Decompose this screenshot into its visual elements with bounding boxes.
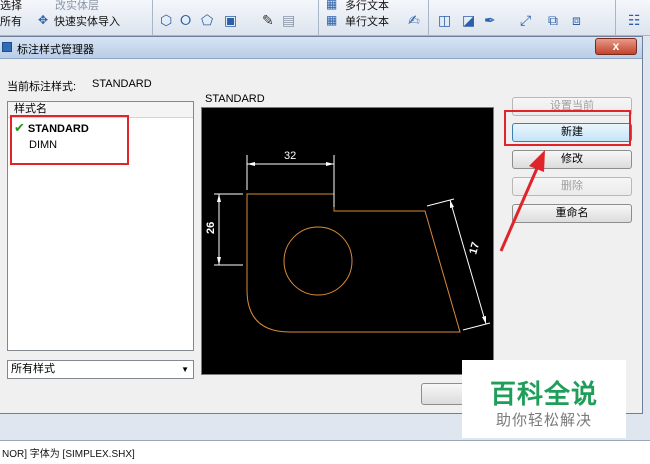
command-history-line: NOR] 字体为 [SIMPLEX.SHX] (2, 449, 135, 460)
command-area[interactable]: NOR] 字体为 [SIMPLEX.SHX] (0, 440, 650, 464)
watermark: 百科全说 助你轻松解决 (462, 360, 626, 438)
watermark-sub-text: 助你轻松解决 (495, 412, 592, 429)
watermark-main-text: 百科全说 (489, 379, 598, 409)
